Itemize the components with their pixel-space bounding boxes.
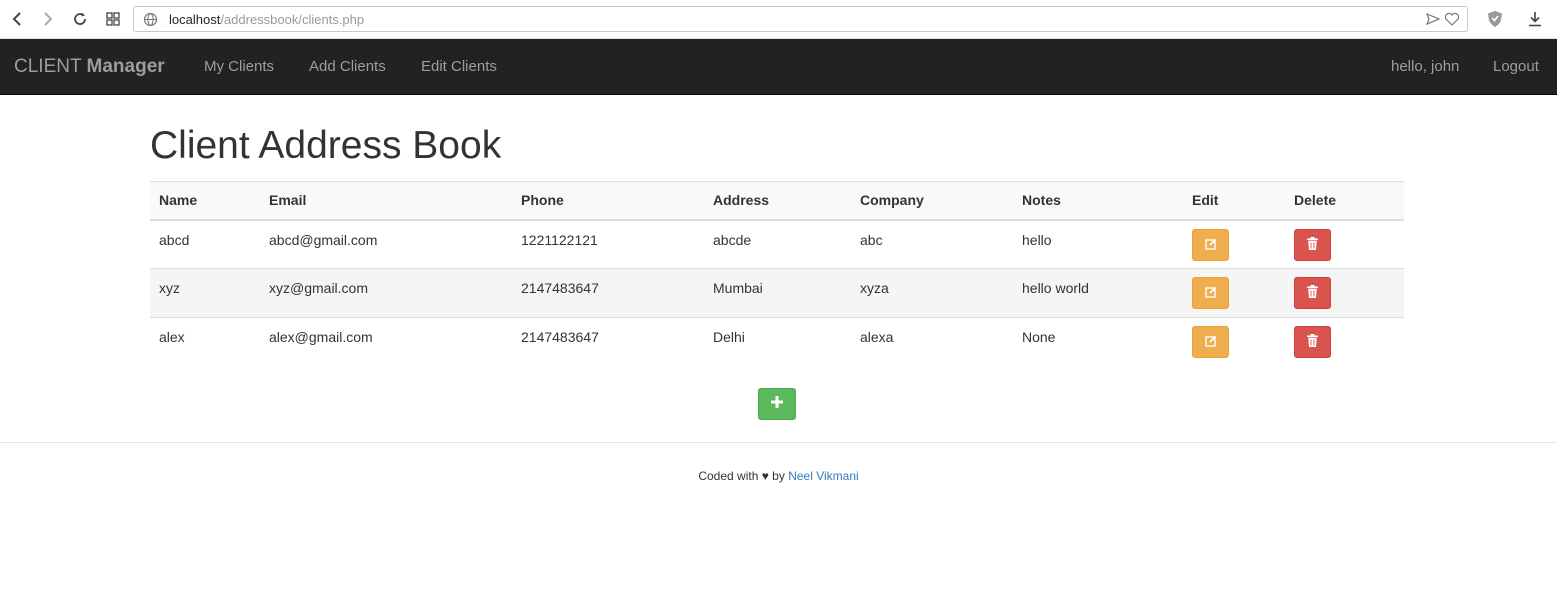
cell-company: alexa xyxy=(851,317,1013,367)
edit-icon xyxy=(1204,237,1217,253)
plus-icon xyxy=(771,395,783,413)
cell-email: abcd@gmail.com xyxy=(260,219,512,269)
cell-delete xyxy=(1285,219,1404,269)
cell-delete xyxy=(1285,268,1404,318)
trash-icon xyxy=(1307,236,1318,253)
cell-phone: 2147483647 xyxy=(512,268,704,318)
column-header-delete: Delete xyxy=(1285,181,1404,221)
cell-delete xyxy=(1285,317,1404,367)
send-icon[interactable] xyxy=(1425,12,1441,31)
nav-edit-clients[interactable]: Edit Clients xyxy=(421,58,497,75)
column-header-edit: Edit xyxy=(1183,181,1285,221)
user-greeting[interactable]: hello, john xyxy=(1391,58,1459,75)
trash-icon xyxy=(1307,285,1318,301)
download-icon[interactable] xyxy=(1524,8,1546,30)
shield-icon[interactable] xyxy=(1484,8,1506,30)
table-row: xyz xyz@gmail.com 2147483647 Mumbai xyza… xyxy=(150,268,1404,318)
author-link[interactable]: Neel Vikmani xyxy=(788,469,858,483)
globe-icon xyxy=(143,12,158,32)
edit-button[interactable] xyxy=(1192,228,1229,261)
cell-company: abc xyxy=(851,219,1013,269)
address-bar[interactable]: localhost/addressbook/clients.php xyxy=(133,6,1468,32)
cell-address: Delhi xyxy=(704,317,851,367)
delete-button[interactable] xyxy=(1294,228,1331,261)
cell-name: alex xyxy=(150,317,260,367)
nav-my-clients[interactable]: My Clients xyxy=(204,58,274,75)
cell-company: xyza xyxy=(851,268,1013,318)
cell-email: xyz@gmail.com xyxy=(260,268,512,318)
cell-notes: hello xyxy=(1013,219,1183,269)
cell-phone: 2147483647 xyxy=(512,317,704,367)
reload-icon[interactable] xyxy=(69,8,91,30)
navbar: CLIENT Manager My Clients Add Clients Ed… xyxy=(0,39,1557,95)
url-text: localhost/addressbook/clients.php xyxy=(169,12,365,27)
table-row: abcd abcd@gmail.com 1221122121 abcde abc… xyxy=(150,219,1404,269)
column-header-name: Name xyxy=(150,181,260,221)
column-header-notes: Notes xyxy=(1013,181,1183,221)
cell-edit xyxy=(1183,317,1285,367)
cell-notes: None xyxy=(1013,317,1183,367)
footer: Coded with ♥ by Neel Vikmani xyxy=(0,442,1557,612)
add-client-button[interactable] xyxy=(758,388,796,420)
browser-toolbar: localhost/addressbook/clients.php xyxy=(0,0,1557,39)
logout-link[interactable]: Logout xyxy=(1493,58,1539,75)
delete-button[interactable] xyxy=(1294,326,1331,358)
cell-address: Mumbai xyxy=(704,268,851,318)
cell-phone: 1221122121 xyxy=(512,219,704,269)
footer-prefix: Coded with ♥ by xyxy=(698,469,785,483)
column-header-phone: Phone xyxy=(512,181,704,221)
delete-button[interactable] xyxy=(1294,277,1331,309)
cell-email: alex@gmail.com xyxy=(260,317,512,367)
back-arrow-icon[interactable] xyxy=(6,8,28,30)
grid-icon[interactable] xyxy=(102,8,124,30)
forward-arrow-icon[interactable] xyxy=(37,8,59,30)
brand-link[interactable]: CLIENT Manager xyxy=(14,56,165,78)
edit-button[interactable] xyxy=(1192,277,1229,309)
column-header-email: Email xyxy=(260,181,512,221)
table-header-row: Name Email Phone Address Company Notes E… xyxy=(150,181,1404,221)
footer-credit: Coded with ♥ by Neel Vikmani xyxy=(0,469,1557,483)
edit-icon xyxy=(1204,285,1217,301)
cell-address: abcde xyxy=(704,219,851,269)
column-header-address: Address xyxy=(704,181,851,221)
clients-table: Name Email Phone Address Company Notes E… xyxy=(150,181,1404,367)
cell-name: xyz xyxy=(150,268,260,318)
nav-add-clients[interactable]: Add Clients xyxy=(309,58,386,75)
edit-button[interactable] xyxy=(1192,326,1229,358)
page-title: Client Address Book xyxy=(150,124,502,167)
trash-icon xyxy=(1307,334,1318,350)
cell-name: abcd xyxy=(150,219,260,269)
cell-notes: hello world xyxy=(1013,268,1183,318)
column-header-company: Company xyxy=(851,181,1013,221)
table-row: alex alex@gmail.com 2147483647 Delhi ale… xyxy=(150,317,1404,367)
cell-edit xyxy=(1183,268,1285,318)
cell-edit xyxy=(1183,219,1285,269)
heart-icon[interactable] xyxy=(1444,12,1460,31)
edit-icon xyxy=(1204,334,1217,350)
